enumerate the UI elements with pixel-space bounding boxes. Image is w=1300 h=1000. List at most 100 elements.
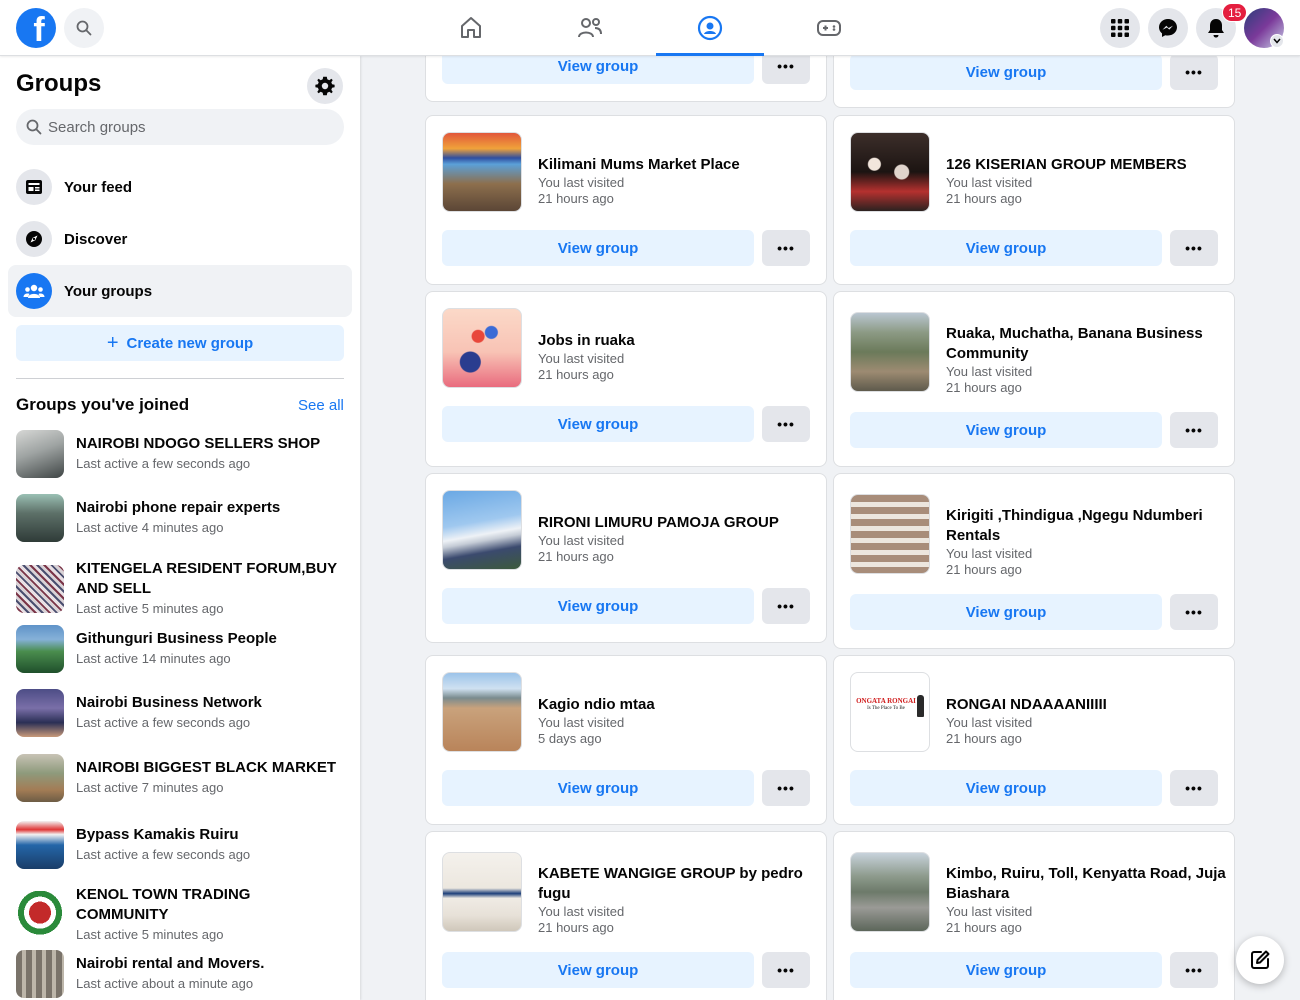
joined-group-item[interactable]: NAIROBI BIGGEST BLACK MARKET Last active … [16, 754, 346, 802]
search-groups-field[interactable] [16, 109, 344, 145]
visited-label: You last visited [538, 351, 625, 366]
page-title: Groups [16, 70, 102, 97]
group-image[interactable] [442, 490, 522, 570]
more-options-button[interactable]: ••• [1170, 594, 1218, 630]
group-name: Githunguri Business People [76, 630, 277, 647]
group-name[interactable]: RIRONI LIMURU PAMOJA GROUP [538, 513, 818, 533]
gear-icon [315, 76, 335, 96]
logo-text: ONGATA RONGAI [856, 697, 916, 705]
view-group-button[interactable]: View group [442, 588, 754, 624]
sidebar-item-label: Your feed [64, 178, 133, 196]
group-thumbnail [16, 689, 64, 737]
tab-home[interactable] [417, 0, 525, 56]
group-card: ONGATA RONGAI Is The Place To Be RONGAI … [833, 655, 1235, 825]
more-options-button[interactable]: ••• [762, 230, 810, 266]
more-options-button[interactable]: ••• [762, 588, 810, 624]
sidebar-item-discover[interactable]: Discover [8, 213, 352, 265]
visited-time: 21 hours ago [538, 549, 614, 564]
more-options-button[interactable]: ••• [1170, 770, 1218, 806]
view-group-button[interactable]: View group [850, 952, 1162, 988]
group-name[interactable]: RONGAI NDAAAANIIIII [946, 695, 1226, 715]
more-options-button[interactable]: ••• [762, 952, 810, 988]
sidebar-item-your-feed[interactable]: Your feed [8, 161, 352, 213]
group-name: KENOL TOWN TRADING COMMUNITY [76, 886, 251, 923]
more-options-button[interactable]: ••• [1170, 412, 1218, 448]
group-thumbnail [16, 565, 64, 613]
group-name[interactable]: Kilimani Mums Market Place [538, 155, 818, 175]
group-activity: Last active 5 minutes ago [76, 601, 224, 616]
group-image[interactable] [850, 494, 930, 574]
joined-group-item[interactable]: Nairobi rental and Movers. Last active ab… [16, 950, 346, 998]
more-options-button[interactable]: ••• [1170, 54, 1218, 90]
more-options-button[interactable]: ••• [1170, 952, 1218, 988]
search-button[interactable] [64, 8, 104, 48]
tab-friends[interactable] [536, 0, 644, 56]
friends-icon [578, 18, 602, 38]
group-image[interactable] [850, 852, 930, 932]
plus-icon: + [106, 332, 119, 354]
joined-group-item[interactable]: Nairobi Business Network Last active a fe… [16, 689, 346, 737]
visited-time: 21 hours ago [946, 191, 1022, 206]
group-name[interactable]: Ruaka, Muchatha, Banana Business Communi… [946, 324, 1226, 364]
visited-time: 21 hours ago [946, 562, 1022, 577]
group-card: Kirigiti ,Thindigua ,Ngegu Ndumberi Rent… [833, 473, 1235, 649]
group-logo-image[interactable]: ONGATA RONGAI Is The Place To Be [850, 672, 930, 752]
group-thumbnail [16, 430, 64, 478]
group-name[interactable]: Jobs in ruaka [538, 331, 818, 351]
tab-groups[interactable] [656, 0, 764, 56]
more-options-button[interactable]: ••• [762, 406, 810, 442]
view-group-button[interactable]: View group [442, 406, 754, 442]
messenger-button[interactable] [1148, 8, 1188, 48]
group-image[interactable] [442, 852, 522, 932]
visited-label: You last visited [946, 715, 1033, 730]
new-message-button[interactable] [1236, 936, 1284, 984]
sidebar-item-your-groups[interactable]: Your groups [8, 265, 352, 317]
settings-button[interactable] [307, 68, 343, 104]
group-name[interactable]: Kimbo, Ruiru, Toll, Kenyatta Road, Juja … [946, 864, 1226, 904]
compass-icon [16, 221, 52, 257]
view-group-button[interactable]: View group [850, 412, 1162, 448]
joined-group-item[interactable]: Bypass Kamakis Ruiru Last active a few se… [16, 821, 346, 869]
view-group-button[interactable]: View group [850, 230, 1162, 266]
group-activity: Last active about a minute ago [76, 976, 254, 991]
group-thumbnail [16, 494, 64, 542]
joined-group-item[interactable]: Nairobi phone repair experts Last active … [16, 494, 346, 542]
group-name[interactable]: Kirigiti ,Thindigua ,Ngegu Ndumberi Rent… [946, 506, 1226, 546]
group-name: Nairobi rental and Movers. [76, 955, 265, 972]
group-activity: Last active a few seconds ago [76, 847, 251, 862]
see-all-link[interactable]: See all [298, 397, 344, 414]
joined-group-item[interactable]: NAIROBI NDOGO SELLERS SHOP Last active a … [16, 430, 346, 478]
groups-icon [16, 273, 52, 309]
group-name: Nairobi Business Network [76, 694, 262, 711]
group-image[interactable] [442, 308, 522, 388]
visited-label: You last visited [538, 175, 625, 190]
view-group-button[interactable]: View group [850, 594, 1162, 630]
search-groups-input[interactable] [48, 118, 328, 136]
group-image[interactable] [442, 132, 522, 212]
joined-group-item[interactable]: Githunguri Business People Last active 14… [16, 625, 346, 673]
view-group-button[interactable]: View group [850, 770, 1162, 806]
joined-group-item[interactable]: KITENGELA RESIDENT FORUM,BUY AND SELL Las… [16, 559, 346, 619]
facebook-logo-icon[interactable]: f [16, 8, 56, 48]
chevron-down-icon[interactable] [1270, 34, 1284, 48]
group-name[interactable]: 126 KISERIAN GROUP MEMBERS [946, 155, 1226, 175]
figure-icon [917, 695, 924, 717]
create-new-group-button[interactable]: + Create new group [16, 325, 344, 361]
visited-time: 21 hours ago [538, 367, 614, 382]
group-image[interactable] [442, 672, 522, 752]
group-name[interactable]: KABETE WANGIGE GROUP by pedro fugu [538, 864, 818, 904]
menu-button[interactable] [1100, 8, 1140, 48]
group-thumbnail [16, 891, 64, 939]
view-group-button[interactable]: View group [850, 54, 1162, 90]
group-thumbnail [16, 754, 64, 802]
more-options-button[interactable]: ••• [1170, 230, 1218, 266]
group-image[interactable] [850, 312, 930, 392]
group-name[interactable]: Kagio ndio mtaa [538, 695, 818, 715]
view-group-button[interactable]: View group [442, 952, 754, 988]
view-group-button[interactable]: View group [442, 770, 754, 806]
tab-gaming[interactable] [775, 0, 883, 56]
joined-group-item[interactable]: KENOL TOWN TRADING COMMUNITY Last active … [16, 885, 346, 945]
more-options-button[interactable]: ••• [762, 770, 810, 806]
group-image[interactable] [850, 132, 930, 212]
view-group-button[interactable]: View group [442, 230, 754, 266]
